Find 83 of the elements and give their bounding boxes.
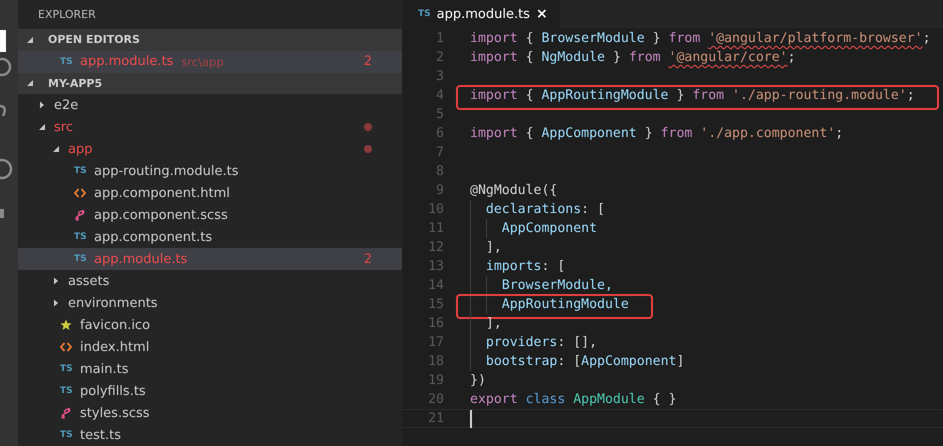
typescript-file-icon: TS — [60, 56, 74, 67]
code-line: AppComponent — [470, 220, 598, 237]
section-header[interactable]: OPEN EDITORS — [18, 29, 402, 51]
line-number: 17 — [427, 335, 444, 350]
file-item[interactable]: TS test.ts — [18, 424, 402, 446]
code-line: ], — [470, 239, 502, 256]
code-line: }) — [470, 372, 486, 389]
line-number: 3 — [435, 69, 444, 84]
section-header[interactable]: MY-APP5 — [18, 72, 402, 94]
line-number: 4 — [435, 88, 444, 103]
line-number: 21 — [427, 411, 444, 426]
typescript-file-icon: TS — [418, 9, 431, 19]
error-dot — [364, 123, 372, 131]
code-line: declarations: [ — [470, 201, 605, 218]
sass-icon — [74, 209, 86, 221]
typescript-file-icon: TS — [74, 166, 88, 176]
file-item[interactable]: index.html — [18, 336, 402, 358]
line-number: 6 — [435, 126, 444, 141]
line-number: 13 — [427, 259, 444, 274]
line-number: 15 — [427, 297, 444, 312]
line-number: 2 — [435, 50, 444, 65]
code-line: providers: [], — [470, 334, 598, 351]
line-number: 9 — [435, 183, 444, 198]
file-item[interactable]: TS polyfills.ts — [18, 380, 402, 402]
line-number: 12 — [427, 240, 444, 255]
code-line: import { AppComponent } from './app.component'; — [470, 125, 844, 142]
expanded-arrow-icon[interactable] — [26, 36, 34, 44]
line-number: 18 — [427, 354, 444, 369]
code-line: imports: [ — [470, 258, 566, 275]
collapsed-arrow-icon[interactable] — [38, 101, 46, 109]
file-item[interactable]: TS app-routing.module.ts — [18, 160, 402, 182]
line-number: 5 — [435, 107, 444, 122]
typescript-file-icon: TS — [60, 430, 74, 440]
folder-item[interactable]: assets — [18, 270, 402, 292]
sass-icon — [60, 407, 72, 419]
typescript-file-icon: TS — [74, 254, 88, 264]
typescript-file-icon: TS — [74, 232, 88, 242]
code-line: bootstrap: [AppComponent] — [470, 353, 684, 370]
file-item[interactable]: app.component.scss — [18, 204, 402, 226]
file-item[interactable]: favicon.ico — [18, 314, 402, 336]
line-number: 10 — [427, 202, 444, 217]
code-line: @NgModule({ — [470, 182, 558, 199]
code-brackets-icon — [74, 187, 86, 199]
file-item[interactable]: app.component.html — [18, 182, 402, 204]
file-item[interactable]: styles.scss — [18, 402, 402, 424]
error-dot — [364, 145, 372, 153]
close-icon[interactable]: × — [536, 6, 548, 22]
code-line: AppRoutingModule — [470, 296, 629, 313]
code-line: import { AppRoutingModule } from './app-routing.module'; — [470, 87, 915, 104]
folder-item[interactable]: e2e — [18, 94, 402, 116]
typescript-file-icon: TS — [60, 386, 74, 396]
explorer-title: EXPLORER — [38, 8, 96, 22]
line-number: 8 — [435, 164, 444, 179]
line-number: 11 — [427, 221, 444, 236]
line-number: 19 — [427, 373, 444, 388]
code-line: export class AppModule { } — [470, 391, 676, 408]
code-line: BrowserModule, — [470, 277, 613, 294]
editor-tab[interactable]: TS app.module.ts × — [402, 0, 560, 28]
code-line: ], — [470, 315, 502, 332]
code-brackets-icon — [60, 341, 72, 353]
expanded-arrow-icon[interactable] — [38, 123, 46, 131]
file-path: src\app — [181, 54, 224, 69]
line-number: 1 — [435, 31, 444, 46]
line-number: 20 — [427, 392, 444, 407]
code-line: import { NgModule } from '@angular/core'; — [470, 49, 796, 66]
line-number: 16 — [427, 316, 444, 331]
expanded-arrow-icon[interactable] — [52, 145, 60, 153]
problem-count: 2 — [364, 54, 372, 70]
folder-item[interactable]: app — [18, 138, 402, 160]
collapsed-arrow-icon[interactable] — [52, 299, 60, 307]
code-line: import { BrowserModule } from '@angular/platform-browser'; — [470, 30, 931, 47]
file-item[interactable]: TS app.component.ts — [18, 226, 402, 248]
line-number: 7 — [435, 145, 444, 160]
folder-item[interactable]: environments — [18, 292, 402, 314]
file-item[interactable]: TS main.ts — [18, 358, 402, 380]
line-number: 14 — [427, 278, 444, 293]
text-cursor — [470, 410, 472, 428]
expanded-arrow-icon[interactable] — [26, 79, 34, 88]
problem-count: 2 — [364, 252, 372, 266]
collapsed-arrow-icon[interactable] — [52, 277, 60, 285]
typescript-file-icon: TS — [60, 364, 74, 374]
star-icon — [60, 319, 72, 331]
folder-item[interactable]: src — [18, 116, 402, 138]
